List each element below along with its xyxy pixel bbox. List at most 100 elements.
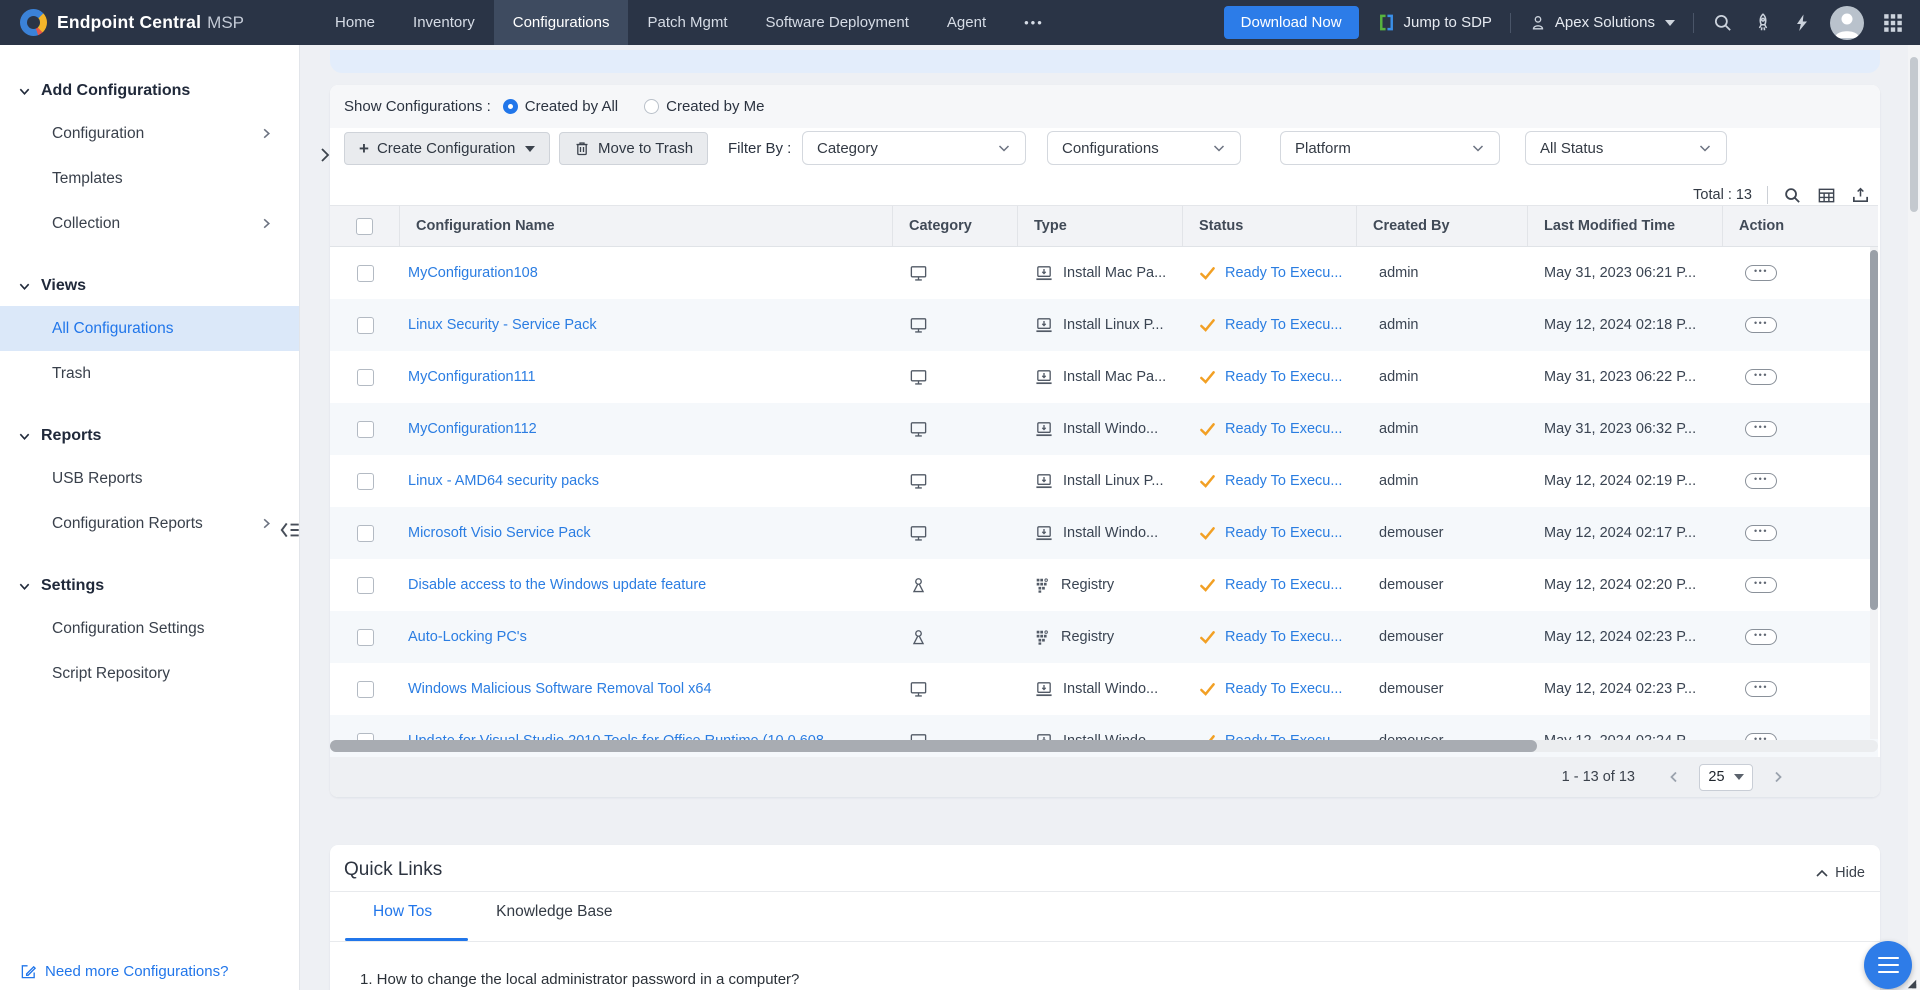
sidebar-section-title-add-configurations[interactable]: Add Configurations (0, 71, 299, 111)
nav-item-home[interactable]: Home (316, 0, 394, 45)
tab-how-tos[interactable]: How Tos (373, 903, 432, 939)
jump-to-sdp-link[interactable]: Jump to SDP (1377, 13, 1492, 32)
select-all-checkbox[interactable] (356, 218, 373, 235)
lightning-icon[interactable] (1792, 13, 1812, 33)
sidebar-item-configuration-settings[interactable]: Configuration Settings (0, 606, 299, 651)
avatar[interactable] (1830, 6, 1864, 40)
row-checkbox[interactable] (357, 525, 374, 542)
status-link[interactable]: Ready To Execu... (1225, 265, 1342, 281)
page-scrollbar-thumb[interactable] (1910, 57, 1918, 212)
top-navbar: Endpoint Central MSP HomeInventoryConfig… (0, 0, 1920, 45)
status-link[interactable]: Ready To Execu... (1225, 629, 1342, 645)
nav-item-patch-mgmt[interactable]: Patch Mgmt (628, 0, 746, 45)
sidebar-section-title-views[interactable]: Views (0, 266, 299, 306)
row-actions-button[interactable]: ••• (1745, 369, 1777, 385)
row-actions-button[interactable]: ••• (1745, 681, 1777, 697)
row-checkbox[interactable] (357, 473, 374, 490)
sidebar-item-usb-reports[interactable]: USB Reports (0, 456, 299, 501)
table-search-icon[interactable] (1783, 186, 1802, 205)
nav-item-inventory[interactable]: Inventory (394, 0, 494, 45)
floating-menu-button[interactable] (1864, 941, 1912, 989)
filter-dropdown-configurations[interactable]: Configurations (1047, 131, 1241, 165)
filter-dropdown-category[interactable]: Category (802, 131, 1026, 165)
column-header-status[interactable]: Status (1183, 206, 1357, 246)
nav-item-agent[interactable]: Agent (928, 0, 1005, 45)
sidebar-item-configuration[interactable]: Configuration (0, 111, 299, 156)
sidebar-section-title-settings[interactable]: Settings (0, 566, 299, 606)
row-actions-button[interactable]: ••• (1745, 421, 1777, 437)
column-header-configuration-name[interactable]: Configuration Name (400, 206, 893, 246)
nav-item-configurations[interactable]: Configurations (494, 0, 629, 45)
status-link[interactable]: Ready To Execu... (1225, 473, 1342, 489)
row-actions-button[interactable]: ••• (1745, 629, 1777, 645)
column-header-category[interactable]: Category (893, 206, 1018, 246)
filter-dropdown-all-status[interactable]: All Status (1525, 131, 1727, 165)
configuration-name-link[interactable]: Microsoft Visio Service Pack (408, 525, 591, 541)
status-link[interactable]: Ready To Execu... (1225, 681, 1342, 697)
sidebar-item-collection[interactable]: Collection (0, 201, 299, 246)
row-actions-button[interactable]: ••• (1745, 473, 1777, 489)
row-checkbox[interactable] (357, 317, 374, 334)
account-menu[interactable]: Apex Solutions (1529, 14, 1675, 32)
column-header-last-modified-time[interactable]: Last Modified Time (1528, 206, 1723, 246)
section-title-label: Reports (41, 427, 101, 445)
column-chooser-icon[interactable] (1817, 186, 1836, 205)
configuration-name-link[interactable]: Disable access to the Windows update fea… (408, 577, 706, 593)
column-header-action[interactable]: Action (1723, 206, 1878, 246)
row-checkbox[interactable] (357, 629, 374, 646)
create-configuration-button[interactable]: + Create Configuration (344, 132, 550, 165)
sidebar-collapse-icon[interactable] (278, 517, 304, 543)
quick-link-item[interactable]: 1. How to change the local administrator… (360, 971, 799, 988)
status-link[interactable]: Ready To Execu... (1225, 317, 1342, 333)
page-size-select[interactable]: 25 (1699, 764, 1753, 791)
configuration-name-link[interactable]: MyConfiguration111 (408, 369, 536, 385)
previous-page-icon[interactable] (1667, 770, 1681, 784)
configuration-name-link[interactable]: MyConfiguration108 (408, 265, 538, 281)
download-now-button[interactable]: Download Now (1224, 6, 1359, 39)
table-vertical-scrollbar-thumb[interactable] (1870, 250, 1878, 610)
next-page-icon[interactable] (1771, 770, 1785, 784)
configuration-name-link[interactable]: Windows Malicious Software Removal Tool … (408, 681, 712, 697)
sidebar-item-templates[interactable]: Templates (0, 156, 299, 201)
sidebar-item-all-configurations[interactable]: All Configurations (0, 306, 299, 351)
sidebar-item-script-repository[interactable]: Script Repository (0, 651, 299, 696)
row-actions-button[interactable]: ••• (1745, 577, 1777, 593)
configuration-name-link[interactable]: Linux - AMD64 security packs (408, 473, 599, 489)
status-link[interactable]: Ready To Execu... (1225, 525, 1342, 541)
export-icon[interactable] (1851, 186, 1870, 205)
radio-created-by-me[interactable]: Created by Me (644, 98, 764, 115)
hide-quick-links-link[interactable]: Hide (1815, 865, 1865, 881)
column-header-type[interactable]: Type (1018, 206, 1183, 246)
configuration-name-link[interactable]: Auto-Locking PC's (408, 629, 527, 645)
filter-dropdown-platform[interactable]: Platform (1280, 131, 1500, 165)
row-actions-button[interactable]: ••• (1745, 525, 1777, 541)
column-header-created-by[interactable]: Created By (1357, 206, 1528, 246)
status-link[interactable]: Ready To Execu... (1225, 369, 1342, 385)
tab-knowledge-base[interactable]: Knowledge Base (496, 903, 612, 939)
resize-handle-icon[interactable] (1908, 980, 1916, 988)
search-icon[interactable] (1712, 12, 1734, 34)
apps-grid-icon[interactable] (1882, 12, 1904, 34)
row-checkbox[interactable] (357, 265, 374, 282)
row-checkbox[interactable] (357, 369, 374, 386)
table-horizontal-scrollbar-thumb[interactable] (330, 740, 1537, 752)
row-actions-button[interactable]: ••• (1745, 265, 1777, 281)
move-to-trash-button[interactable]: Move to Trash (559, 132, 708, 165)
row-actions-button[interactable]: ••• (1745, 317, 1777, 333)
row-checkbox[interactable] (357, 681, 374, 698)
radio-created-by-all[interactable]: Created by All (503, 98, 618, 115)
row-checkbox[interactable] (357, 421, 374, 438)
status-link[interactable]: Ready To Execu... (1225, 421, 1342, 437)
configuration-name-link[interactable]: MyConfiguration112 (408, 421, 537, 437)
nav-item-software-deployment[interactable]: Software Deployment (747, 0, 928, 45)
sidebar-section-title-reports[interactable]: Reports (0, 416, 299, 456)
configuration-name-link[interactable]: Linux Security - Service Pack (408, 317, 597, 333)
pagination-bar: 1 - 13 of 13 25 (330, 757, 1880, 797)
sidebar-item-configuration-reports[interactable]: Configuration Reports (0, 501, 299, 546)
sidebar-item-trash[interactable]: Trash (0, 351, 299, 396)
rocket-icon[interactable] (1752, 12, 1774, 34)
row-checkbox[interactable] (357, 577, 374, 594)
need-more-configurations-link[interactable]: Need more Configurations? (20, 963, 228, 980)
status-link[interactable]: Ready To Execu... (1225, 577, 1342, 593)
nav-item-more[interactable]: ••• (1005, 0, 1063, 45)
